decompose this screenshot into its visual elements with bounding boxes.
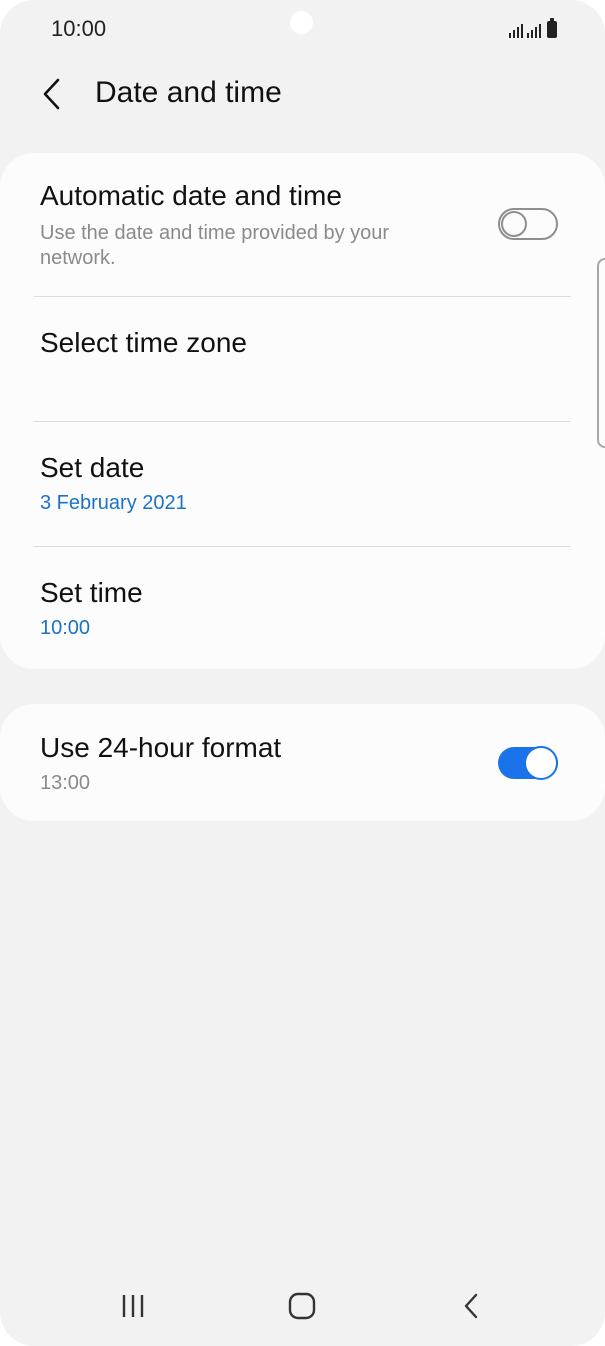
app-bar: Date and time [0, 60, 605, 130]
recents-button[interactable] [103, 1282, 163, 1330]
signal-icon [527, 22, 541, 38]
status-icons [509, 18, 557, 38]
navigation-bar [0, 1270, 605, 1346]
status-bar: 10:00 [0, 0, 605, 58]
set-date-row[interactable]: Set date 3 February 2021 [0, 422, 605, 546]
use-24-hour-format-title: Use 24-hour format [40, 732, 282, 763]
automatic-date-time-row[interactable]: Automatic date and time Use the date and… [0, 153, 605, 296]
recents-icon [122, 1295, 144, 1317]
use-24-hour-format-toggle[interactable] [498, 746, 558, 780]
select-time-zone-title: Select time zone [40, 327, 247, 358]
use-24-hour-format-row[interactable]: Use 24-hour format 13:00 [0, 704, 605, 821]
home-button[interactable] [272, 1282, 332, 1330]
automatic-date-time-toggle[interactable] [498, 208, 558, 240]
scroll-indicator[interactable] [597, 258, 605, 448]
chevron-left-icon [43, 78, 60, 110]
set-date-value: 3 February 2021 [40, 492, 187, 514]
automatic-date-time-subtitle: Use the date and time provided by your n… [40, 222, 390, 269]
back-button[interactable] [28, 70, 76, 118]
set-time-value: 10:00 [40, 617, 91, 639]
set-time-row[interactable]: Set time 10:00 [0, 547, 605, 669]
phone-screen: 10:00 Date and time Automatic date and t… [0, 0, 605, 1346]
status-time: 10:00 [51, 16, 107, 41]
camera-cutout [290, 11, 313, 34]
select-time-zone-row[interactable]: Select time zone [0, 297, 605, 421]
signal-icon [509, 22, 523, 38]
battery-icon [547, 18, 557, 38]
nav-back-button[interactable] [441, 1282, 501, 1330]
automatic-date-time-title: Automatic date and time [40, 180, 342, 211]
use-24-hour-format-value: 13:00 [40, 772, 91, 794]
toggle-knob [501, 211, 527, 237]
home-icon [288, 1292, 316, 1320]
page-title: Date and time [95, 76, 282, 109]
set-time-title: Set time [40, 577, 143, 608]
set-date-title: Set date [40, 452, 145, 483]
format-settings-card: Use 24-hour format 13:00 [0, 704, 605, 821]
back-icon [464, 1293, 478, 1319]
date-time-settings-card: Automatic date and time Use the date and… [0, 153, 605, 669]
toggle-knob [524, 746, 558, 780]
